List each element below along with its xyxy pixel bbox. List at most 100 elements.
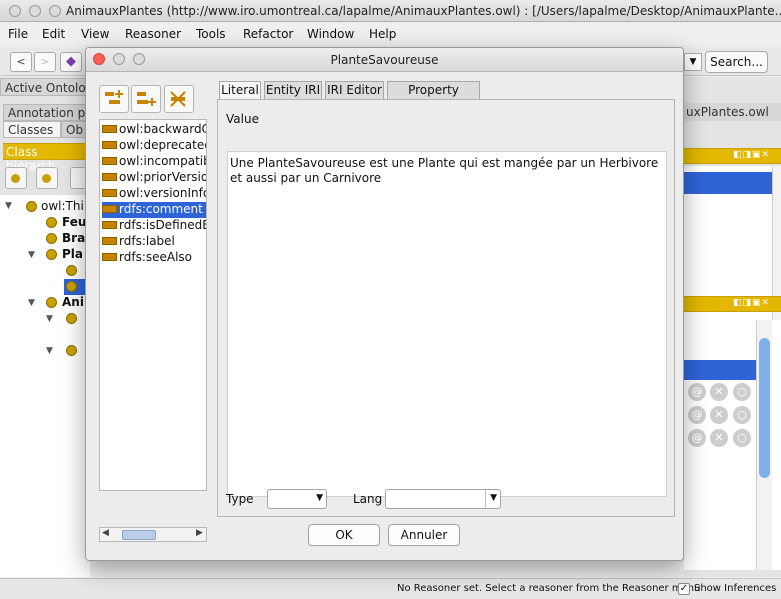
dialog-titlebar: PlanteSavoureuse [86,48,683,72]
menu-edit[interactable]: Edit [42,27,65,41]
back-button[interactable]: < [10,52,32,72]
tab-active-ontology[interactable]: Active Ontolog [0,78,93,96]
tab-literal[interactable]: Literal [219,81,261,99]
class-node-icon [46,297,57,308]
description-header: ◧◨▣✕ [684,148,781,164]
type-select[interactable]: ▼ [267,489,327,509]
window-titlebar: AnimauxPlantes (http://www.iro.umontreal… [0,0,781,22]
lang-label: Lang [353,492,383,506]
chevron-right-icon[interactable]: ▶ [196,528,203,538]
close-icon[interactable]: ✕ [710,383,728,401]
scrollbar-thumb[interactable] [759,338,770,478]
selected-row[interactable] [684,360,756,380]
menu-view[interactable]: View [81,27,109,41]
chevron-down-icon[interactable]: ▼ [5,201,12,211]
scrollbar-thumb[interactable] [122,530,156,540]
menu-tools[interactable]: Tools [196,27,226,41]
list-item[interactable]: owl:deprecatec [102,138,206,154]
class-node-icon [66,281,77,292]
tree-item-pla[interactable]: Pla [62,247,83,261]
menu-reasoner[interactable]: Reasoner [125,27,181,41]
close-icon[interactable]: ✕ [710,406,728,424]
show-inferences-label: Show Inferences [694,583,777,594]
usage-panel: @ ✕ ○ @ ✕ ○ @ ✕ ○ [684,320,781,570]
edit-icon[interactable]: ○ [733,406,751,424]
annotation-dialog: PlanteSavoureuse owl:backwardC owl:depre… [85,47,684,561]
property-label: owl:incompatib [119,154,206,168]
chevron-down-icon[interactable]: ▼ [684,53,702,71]
delete-property-button[interactable] [164,85,194,113]
annotation-icon[interactable]: @ [688,429,706,447]
class-node-icon [46,249,57,260]
tab-classes[interactable]: Classes [3,121,61,138]
tree-item-owl-thing[interactable]: owl:Thi [41,199,84,213]
tree-item-ani[interactable]: Ani [62,295,84,309]
add-sub-property-button[interactable] [99,85,129,113]
ontology-file-label: uxPlantes.owl [684,103,781,121]
entity-diamond-icon[interactable]: ◆ [60,52,82,72]
tree-item-bra[interactable]: Bra [62,231,85,245]
show-inferences-checkbox[interactable]: ✓ [678,583,690,595]
dialog-title: PlanteSavoureuse [330,53,439,67]
tab-property-values[interactable]: Property values [387,81,480,113]
list-item[interactable]: rdfs:seeAlso [102,250,206,266]
property-icon [102,220,117,229]
type-label: Type [226,492,254,506]
property-icon [102,140,117,149]
horizontal-scrollbar[interactable]: ◀ ▶ [99,527,207,542]
class-node-icon [46,217,57,228]
property-selector: owl:backwardC owl:deprecatec owl:incompa… [96,81,209,542]
ok-button[interactable]: OK [308,524,380,546]
tab-iri-editor[interactable]: IRI Editor [325,81,384,99]
chevron-down-icon[interactable]: ▼ [46,346,53,356]
tree-item-feu[interactable]: Feu [62,215,86,229]
list-item[interactable]: rdfs:isDefinedB [102,218,206,234]
class-node-icon [26,201,37,212]
tab-entity-iri[interactable]: Entity IRI [264,81,322,99]
add-sibling-property-button[interactable] [131,85,161,113]
annotation-icon[interactable]: @ [688,383,706,401]
view-controls-icon[interactable]: ◧◨▣✕ [733,150,770,160]
menu-help[interactable]: Help [369,27,396,41]
menu-refactor[interactable]: Refactor [243,27,293,41]
add-sub-property-icon [105,90,123,104]
close-window-button[interactable] [9,5,21,17]
chevron-down-icon[interactable]: ▼ [28,250,35,260]
list-item[interactable]: rdfs:label [102,234,206,250]
annotation-icon[interactable]: @ [688,406,706,424]
edit-icon[interactable]: ○ [733,429,751,447]
close-icon[interactable]: ✕ [710,429,728,447]
selected-row[interactable] [684,172,772,194]
class-hierarchy-header: Class hierarch [3,143,90,173]
chevron-left-icon[interactable]: ◀ [102,528,109,538]
property-icon [102,236,117,245]
cancel-button[interactable]: Annuler [388,524,460,546]
minimize-window-button[interactable] [29,5,41,17]
value-textarea[interactable]: Une PlanteSavoureuse est une Plante qui … [227,151,667,497]
literal-panel: Value Une PlanteSavoureuse est une Plant… [217,99,675,517]
list-item[interactable]: owl:incompatib [102,154,206,170]
menu-file[interactable]: File [8,27,28,41]
property-icon [102,156,117,165]
forward-button[interactable]: > [34,52,56,72]
list-item[interactable]: owl:priorVersio [102,170,206,186]
chevron-down-icon[interactable]: ▼ [28,298,35,308]
zoom-window-button[interactable] [49,5,61,17]
lang-select[interactable]: ▼ [385,489,501,509]
property-label: rdfs:label [119,234,175,248]
list-item[interactable]: owl:versionInfo [102,186,206,202]
add-sibling-class-button[interactable] [36,167,58,189]
tab-annotation-properties[interactable]: Annotation pro [3,104,97,121]
class-tree: ▼ owl:Thi Feu Bra ▼ Pla ▼ Ani ▼ ▼ [0,195,90,577]
scrollbar[interactable] [756,320,772,570]
chevron-down-icon[interactable]: ▼ [46,314,53,324]
left-panel: Active Ontolog Annotation pro Classes Ob… [0,77,97,577]
list-item-selected[interactable]: rdfs:comment [102,202,206,218]
view-controls-icon[interactable]: ◧◨▣✕ [733,298,770,308]
menu-window[interactable]: Window [307,27,354,41]
add-subclass-button[interactable] [5,167,27,189]
property-icon [102,172,117,181]
search-button[interactable]: Search... [705,51,768,73]
edit-icon[interactable]: ○ [733,383,751,401]
list-item[interactable]: owl:backwardC [102,122,206,138]
